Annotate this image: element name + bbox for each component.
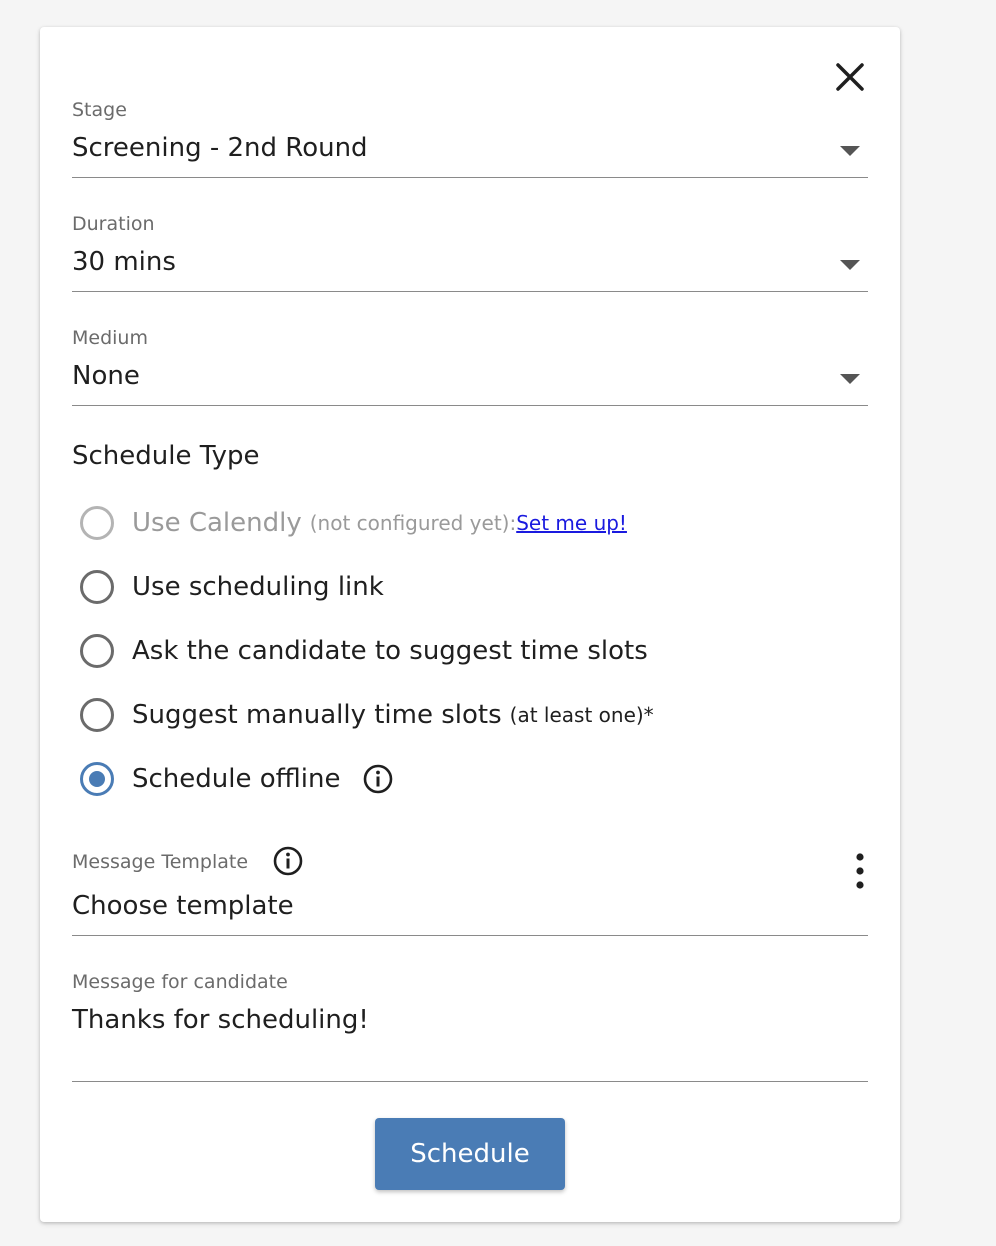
- set-me-up-link[interactable]: Set me up!: [516, 511, 627, 535]
- radio-option-label: Use Calendly: [132, 508, 302, 538]
- schedule-button[interactable]: Schedule: [375, 1118, 565, 1190]
- radio-option-calendly[interactable]: Use Calendly (not configured yet): Set m…: [80, 501, 627, 545]
- radio-option-candidate-suggest[interactable]: Ask the candidate to suggest time slots: [80, 629, 648, 673]
- caret-down-icon: [840, 146, 860, 156]
- duration-value: 30 mins: [72, 247, 176, 277]
- radio-option-label: Schedule offline: [132, 764, 341, 794]
- duration-label: Duration: [72, 213, 155, 235]
- radio-button[interactable]: [80, 698, 114, 732]
- radio-button[interactable]: [80, 506, 114, 540]
- stage-value: Screening - 2nd Round: [72, 133, 368, 163]
- radio-option-note: (at least one)*: [509, 703, 654, 727]
- schedule-dialog: Stage Screening - 2nd Round Duration 30 …: [40, 27, 900, 1222]
- schedule-type-title: Schedule Type: [72, 441, 260, 471]
- medium-select[interactable]: Medium None: [72, 325, 868, 406]
- close-icon[interactable]: [832, 59, 868, 95]
- radio-option-label: Use scheduling link: [132, 572, 384, 602]
- radio-option-scheduling-link[interactable]: Use scheduling link: [80, 565, 384, 609]
- info-icon[interactable]: [362, 763, 394, 795]
- message-template-select[interactable]: Message Template Choose template: [72, 843, 868, 936]
- radio-option-schedule-offline[interactable]: Schedule offline: [80, 757, 394, 801]
- radio-option-label: Ask the candidate to suggest time slots: [132, 636, 648, 666]
- message-for-candidate-textarea[interactable]: Message for candidate Thanks for schedul…: [72, 969, 868, 1082]
- radio-button[interactable]: [80, 634, 114, 668]
- message-for-candidate-value: Thanks for scheduling!: [72, 1005, 369, 1035]
- stage-select[interactable]: Stage Screening - 2nd Round: [72, 97, 868, 178]
- radio-option-manual-slots[interactable]: Suggest manually time slots (at least on…: [80, 693, 654, 737]
- radio-option-label: Suggest manually time slots: [132, 700, 502, 730]
- medium-label: Medium: [72, 327, 148, 349]
- message-template-label: Message Template: [72, 851, 249, 873]
- radio-button-selected[interactable]: [80, 762, 114, 796]
- info-icon[interactable]: [272, 845, 304, 877]
- stage-label: Stage: [72, 99, 127, 121]
- message-template-value: Choose template: [72, 891, 294, 921]
- duration-select[interactable]: Duration 30 mins: [72, 211, 868, 292]
- medium-value: None: [72, 361, 140, 391]
- more-vert-icon[interactable]: [848, 851, 872, 891]
- caret-down-icon: [840, 260, 860, 270]
- message-for-candidate-label: Message for candidate: [72, 971, 288, 993]
- radio-option-note: (not configured yet):: [309, 511, 517, 535]
- caret-down-icon: [840, 374, 860, 384]
- radio-button[interactable]: [80, 570, 114, 604]
